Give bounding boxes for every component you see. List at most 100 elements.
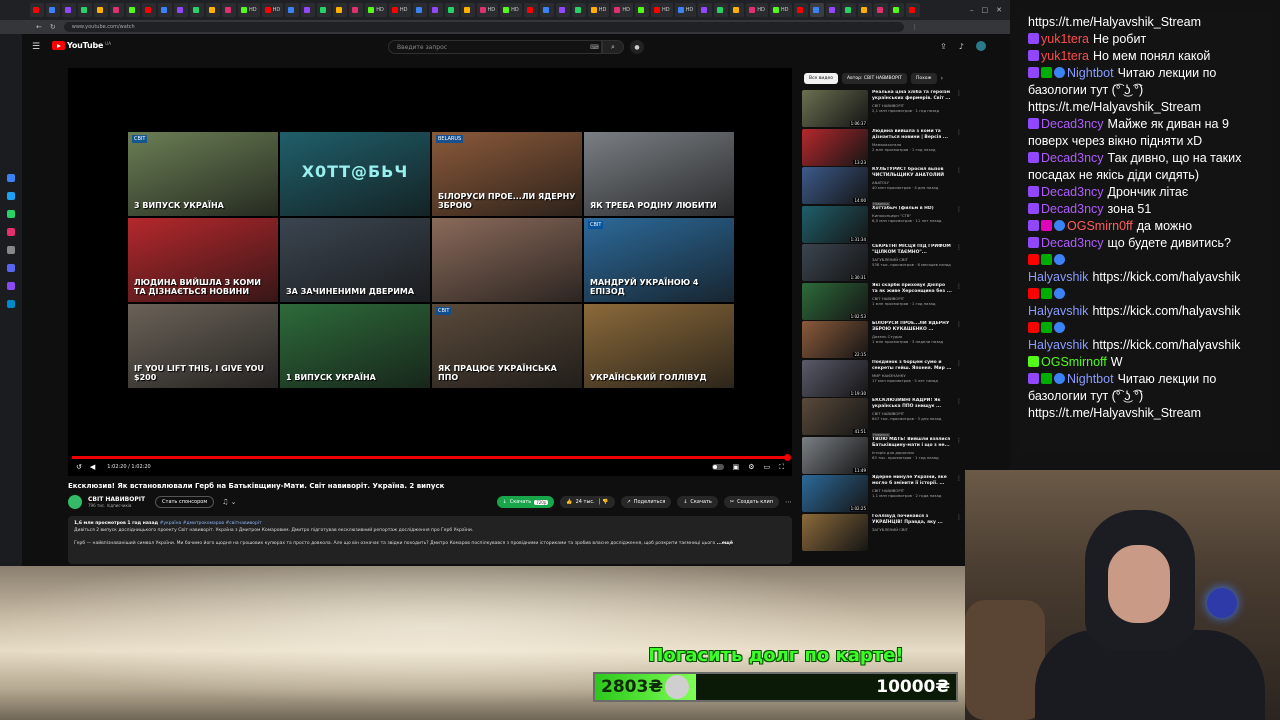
clip-button[interactable]: ✂ Создать клип: [723, 496, 779, 508]
browser-tab[interactable]: [142, 3, 156, 17]
recommended-video[interactable]: 1:02:25 Ядерне минуле України, яке могло …: [802, 475, 962, 514]
sponsor-button[interactable]: Стать спонсором: [155, 496, 215, 508]
rail-app-icon[interactable]: [7, 174, 15, 182]
browser-tab[interactable]: [349, 3, 364, 17]
replay-icon[interactable]: ↺: [76, 463, 82, 471]
browser-tab[interactable]: [714, 3, 729, 17]
browser-tab[interactable]: HD: [388, 3, 411, 17]
filter-chip[interactable]: Похож: [910, 72, 937, 84]
theater-mode-icon[interactable]: ▭: [763, 463, 770, 471]
rail-app-icon[interactable]: [7, 192, 15, 200]
volume-icon[interactable]: ◀: [90, 463, 95, 471]
video-player[interactable]: СВІТ 3 випуск Україна Х0ТТ@БЬЧ BELARUS Білор…: [68, 68, 792, 476]
fullscreen-icon[interactable]: ⛶: [779, 463, 784, 472]
video-thumbnail[interactable]: 1:19:30: [802, 359, 868, 397]
description-box[interactable]: 1,6 млн просмотров 1 год назад #україна …: [68, 516, 792, 564]
browser-tab[interactable]: HD: [674, 3, 697, 17]
browser-tab[interactable]: [857, 3, 872, 17]
filter-chip[interactable]: Все видео: [804, 72, 838, 84]
more-vert-icon[interactable]: ⋮: [956, 360, 962, 399]
more-vert-icon[interactable]: ⋮: [956, 475, 962, 514]
video-thumbnail[interactable]: 1:02:25: [802, 475, 868, 512]
browser-tab[interactable]: [158, 3, 172, 17]
browser-tab[interactable]: [841, 3, 856, 17]
chevron-right-icon[interactable]: ›: [941, 75, 943, 82]
browser-tab[interactable]: HD: [611, 3, 633, 17]
browser-tab[interactable]: [539, 3, 554, 17]
browser-tab[interactable]: [190, 3, 204, 17]
extensions-icon[interactable]: ⋮: [912, 24, 918, 31]
browser-tab[interactable]: [46, 3, 60, 17]
browser-tab[interactable]: [78, 3, 92, 17]
endscreen-video-tile[interactable]: Людина вийшла з коми та дізнається новин…: [128, 218, 278, 302]
filter-chip[interactable]: Автор: СВІТ НАВИВОРІТ: [841, 72, 907, 84]
youtube-logo[interactable]: YouTube UA: [52, 41, 111, 50]
endscreen-video-tile[interactable]: За зачиненими дверима: [280, 218, 430, 302]
recommended-video[interactable]: 1:30:31 СЕКРЕТНІ МІСЦЯ ПІД ГРИФОМ "ЦІЛКОМ…: [802, 244, 962, 283]
endscreen-video-tile[interactable]: СВІТ Як працює українська ППО: [432, 304, 582, 388]
notification-bell-icon[interactable]: ♫ ⌄: [222, 498, 236, 506]
more-vert-icon[interactable]: ⋮: [956, 398, 962, 437]
browser-tab[interactable]: HD: [476, 3, 499, 17]
browser-tab[interactable]: [571, 3, 586, 17]
endscreen-video-tile[interactable]: СВІТ 3 випуск Україна: [128, 132, 278, 216]
download-button[interactable]: ↓ Скачать 720р: [496, 496, 555, 508]
like-button[interactable]: 👍 24 тыс. │ 👎: [560, 496, 615, 508]
more-vert-icon[interactable]: ⋮: [956, 206, 962, 245]
browser-tab[interactable]: [635, 3, 649, 17]
video-thumbnail[interactable]: 1:30:31: [802, 244, 868, 281]
more-vert-icon[interactable]: ⋮: [956, 129, 962, 168]
more-actions-icon[interactable]: ⋯: [785, 498, 792, 506]
more-vert-icon[interactable]: ⋮: [956, 167, 962, 206]
recommended-video[interactable]: 1:06:37 Реальна ціна хліба та героїзм укр…: [802, 90, 962, 129]
rail-app-icon[interactable]: [7, 228, 15, 236]
rail-app-icon[interactable]: [7, 210, 15, 218]
video-thumbnail[interactable]: 22:15: [802, 321, 868, 358]
endscreen-video-tile[interactable]: Як треба родіну любити: [584, 132, 734, 216]
bell-icon[interactable]: ♪: [959, 42, 964, 51]
video-thumbnail[interactable]: 1:06:37: [802, 90, 868, 127]
minimize-icon[interactable]: –: [970, 6, 974, 14]
browser-tab[interactable]: HD: [651, 3, 673, 17]
hashtags[interactable]: #україна #дмитрокомаров #світнавиворіт: [160, 521, 262, 526]
browser-tab[interactable]: [285, 3, 300, 17]
save-button[interactable]: ↓ Скачать: [677, 496, 718, 508]
recommended-video[interactable]: 22:15 БІЛОРУСИ ПРОЕ...ЛИ ЯДЕРНУ ЗБРОЮ КУК…: [802, 321, 962, 360]
reload-icon[interactable]: ↻: [50, 23, 56, 31]
browser-tab[interactable]: [809, 3, 824, 17]
endscreen-video-tile[interactable]: 1 випуск Україна: [280, 304, 430, 388]
menu-icon[interactable]: ☰: [32, 42, 40, 52]
recommended-video[interactable]: 1:19:30 Поєдинок з борцем сумо и секреты …: [802, 359, 962, 399]
recommended-video[interactable]: 1:02:53 Які скарби приховує Дніпро та як …: [802, 282, 962, 322]
progress-bar[interactable]: [72, 454, 791, 461]
browser-tab[interactable]: [174, 3, 188, 17]
share-button[interactable]: ↗ Поделиться: [620, 496, 672, 508]
video-thumbnail[interactable]: 14:00: [802, 167, 868, 204]
browser-tab[interactable]: HD: [587, 3, 610, 17]
browser-tab[interactable]: [222, 3, 236, 17]
maximize-icon[interactable]: □: [982, 6, 989, 14]
recommended-video[interactable]: Голлівуд починався з УКРАЇНЦІВ! Правда, …: [802, 513, 962, 553]
rail-app-icon[interactable]: [7, 246, 15, 254]
browser-tab[interactable]: HD: [365, 3, 387, 17]
video-thumbnail[interactable]: 1:31:34: [802, 205, 868, 243]
voice-search-button[interactable]: ●: [630, 40, 644, 54]
browser-tab[interactable]: [30, 3, 44, 17]
browser-tab[interactable]: [444, 3, 459, 17]
more-vert-icon[interactable]: ⋮: [956, 283, 962, 322]
browser-tab[interactable]: [905, 3, 920, 17]
video-thumbnail[interactable]: 1:02:53: [802, 282, 868, 320]
recommended-video[interactable]: 41:51 ЕКСКЛЮЗИВНІ КАДРИ! Як українська ПП…: [802, 398, 962, 437]
search-button[interactable]: ⌕: [602, 40, 624, 54]
browser-tab[interactable]: [730, 3, 745, 17]
video-thumbnail[interactable]: 11:49: [802, 436, 868, 474]
keyboard-icon[interactable]: ⌨: [590, 44, 599, 51]
browser-tab[interactable]: [889, 3, 904, 17]
endscreen-video-tile[interactable]: Х0ТТ@БЬЧ: [280, 132, 430, 216]
autoplay-toggle[interactable]: [711, 464, 724, 470]
browser-tab[interactable]: [301, 3, 316, 17]
account-avatar[interactable]: [975, 41, 986, 51]
browser-tab[interactable]: HD: [238, 3, 260, 17]
browser-tab[interactable]: [460, 3, 475, 17]
more-vert-icon[interactable]: ⋮: [956, 321, 962, 360]
